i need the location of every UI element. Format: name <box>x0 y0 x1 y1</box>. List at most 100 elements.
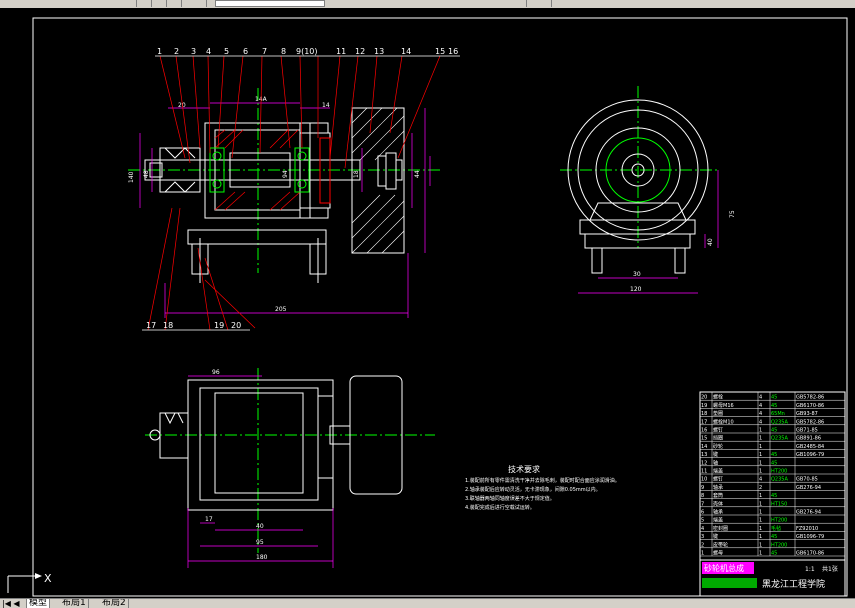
bom-cell-qty: 1 <box>759 444 762 450</box>
bom-cell-std: GB1096-79 <box>796 452 824 458</box>
bom-cell-no: 5 <box>701 518 704 524</box>
bom-cell-qty: 1 <box>759 518 762 524</box>
bom-cell-qty: 1 <box>759 542 762 548</box>
bom-row: 11 端盖 1 HT200 <box>700 468 845 475</box>
dim-40b: 40 <box>256 523 264 530</box>
bom-row: 6 轴承 1 GB276-94 <box>700 509 845 516</box>
toolbar-button-5[interactable] <box>195 0 207 7</box>
dim-44: 44 <box>414 170 421 178</box>
bom-cell-name: 挡圈 <box>713 435 723 442</box>
bom-cell-no: 20 <box>701 395 707 401</box>
bom-cell-mat: HT200 <box>771 518 787 524</box>
bom-cell-no: 7 <box>701 501 704 507</box>
dim-14: 14 <box>322 102 330 109</box>
sheet: 共1张 <box>822 565 838 573</box>
bom-row: 15 挡圈 1 Q235A GB891-86 <box>700 435 845 442</box>
bom-cell-qty: 1 <box>759 452 762 458</box>
bom-cell-name: 螺栓M10 <box>713 418 734 425</box>
bom-cell-std: GB891-86 <box>796 436 821 442</box>
bom-cell-no: 16 <box>701 428 707 434</box>
bom-cell-no: 6 <box>701 510 704 516</box>
dim-40: 40 <box>707 238 714 246</box>
bom-row: 17 螺栓M10 4 Q235A GB5782-86 <box>700 418 845 425</box>
balloon-4: 4 <box>206 47 211 56</box>
balloon-17: 17 <box>146 321 156 330</box>
balloon-13: 13 <box>374 47 384 56</box>
bom-cell-name: 螺母M16 <box>713 402 734 409</box>
bom-cell-name: 垫圈 <box>713 410 723 417</box>
bom-cell-name: 壳体 <box>713 500 723 507</box>
balloon-labels: 1 2 3 4 5 6 7 8 9(10) 11 12 13 14 15 16 … <box>146 47 458 330</box>
bom-row: 5 端盖 1 HT200 <box>700 517 845 524</box>
dim-95: 95 <box>256 539 264 546</box>
tech-requirements: 技术要求 1.装配前所有零件需清洗干净并去除毛刺，装配时配合面应涂润滑油。 2.… <box>465 464 620 511</box>
bom-cell-no: 1 <box>701 551 704 557</box>
bom-cell-mat: 45 <box>771 428 777 434</box>
bom-cell-std: GB1096-79 <box>796 534 824 540</box>
bom-cell-qty: 1 <box>759 510 762 516</box>
toolbar-button-7[interactable] <box>540 0 552 7</box>
bom-cell-std: GB93-87 <box>796 411 818 417</box>
ucs-x-label: X <box>44 572 52 585</box>
bom-cell-name: 端盖 <box>713 517 723 524</box>
drawing-name: 砂轮机总成 <box>704 563 744 573</box>
bom-cell-qty: 1 <box>759 436 762 442</box>
bom-cell-std: GB276-94 <box>796 510 821 516</box>
bom-cell-mat: 45 <box>771 395 777 401</box>
bom-cell-no: 14 <box>701 444 707 450</box>
bom-cell-name: 螺母 <box>713 550 723 557</box>
dim-18: 18 <box>353 170 360 178</box>
bom-cell-no: 8 <box>701 493 704 499</box>
tech-line-2: 2.轴承装配后应转动灵活，无卡滞现象，间隙0.05mm以内。 <box>465 486 601 493</box>
bom-cell-qty: 4 <box>759 395 762 401</box>
bom-row: 7 壳体 1 HT150 <box>700 500 845 507</box>
dim-96: 96 <box>212 369 220 376</box>
bom-cell-std: GB2485-84 <box>796 444 824 450</box>
bom-cell-name: 砂轮 <box>713 443 723 450</box>
base-plate <box>187 229 327 245</box>
bom-cell-name: 皮带轮 <box>713 541 728 548</box>
toolbar-button-3[interactable] <box>155 0 167 7</box>
bom-cell-mat: HT150 <box>771 501 787 507</box>
tech-line-1: 1.装配前所有零件需清洗干净并去除毛刺，装配时配合面应涂润滑油。 <box>465 477 620 484</box>
toolbar-button-1[interactable] <box>125 0 137 7</box>
bom-row: 13 键 1 45 GB1096-79 <box>700 451 845 458</box>
cad-drawing: 20 14A 14 205 140 48 94 18 44 1 2 3 4 5 … <box>7 17 848 597</box>
plan-housing <box>187 379 334 511</box>
bom-cell-std: GB276-94 <box>796 485 821 491</box>
bom-cell-name: 螺栓 <box>713 394 723 401</box>
school-name: 黑龙江工程学院 <box>762 578 825 590</box>
ucs-icon: X <box>7 572 52 593</box>
bom-cell-std: GB70-85 <box>796 477 818 483</box>
bom-cell-mat: 45 <box>771 403 777 409</box>
bom-table: 20 螺栓 4 45 GB5782-86 1 9 螺母M16 4 45 GB6170-86 1 8 垫圈 4… <box>699 391 846 597</box>
balloon-3: 3 <box>191 47 196 56</box>
bom-row: 8 套筒 1 45 <box>700 492 845 499</box>
bom-cell-std: GB6170-86 <box>796 551 824 557</box>
bom-cell-std: GB5782-86 <box>796 395 824 401</box>
bom-cell-no: 17 <box>701 419 707 425</box>
drawing-canvas[interactable]: 20 14A 14 205 140 48 94 18 44 1 2 3 4 5 … <box>0 8 855 599</box>
bom-row: 4 密封圈 1 毛毡 FZ92010 <box>700 525 845 532</box>
bom-cell-qty: 1 <box>759 534 762 540</box>
bom-cell-qty: 1 <box>759 469 762 475</box>
balloon-1: 1 <box>157 47 162 56</box>
bom-row: 20 螺栓 4 45 GB5782-86 <box>700 394 845 401</box>
bom-cell-no: 4 <box>701 526 704 532</box>
bom-cell-no: 9 <box>701 485 704 491</box>
bom-row: 3 键 1 45 GB1096-79 <box>700 533 845 540</box>
scale: 1:1 <box>805 566 815 573</box>
bom-cell-mat: 毛毡 <box>771 525 781 532</box>
toolbar-button-6[interactable] <box>515 0 527 7</box>
toolbar-button-2[interactable] <box>140 0 152 7</box>
bom-cell-no: 13 <box>701 452 707 458</box>
dim-120: 120 <box>630 286 642 293</box>
bom-cell-name: 螺钉 <box>713 476 723 483</box>
toolbar-button-4[interactable] <box>170 0 182 7</box>
balloon-18: 18 <box>163 321 173 330</box>
layer-combo[interactable] <box>215 0 325 7</box>
bom-row: 9 轴承 2 GB276-94 <box>700 484 845 491</box>
bom-cell-qty: 1 <box>759 493 762 499</box>
dim-30: 30 <box>633 271 641 278</box>
balloon-2: 2 <box>174 47 179 56</box>
